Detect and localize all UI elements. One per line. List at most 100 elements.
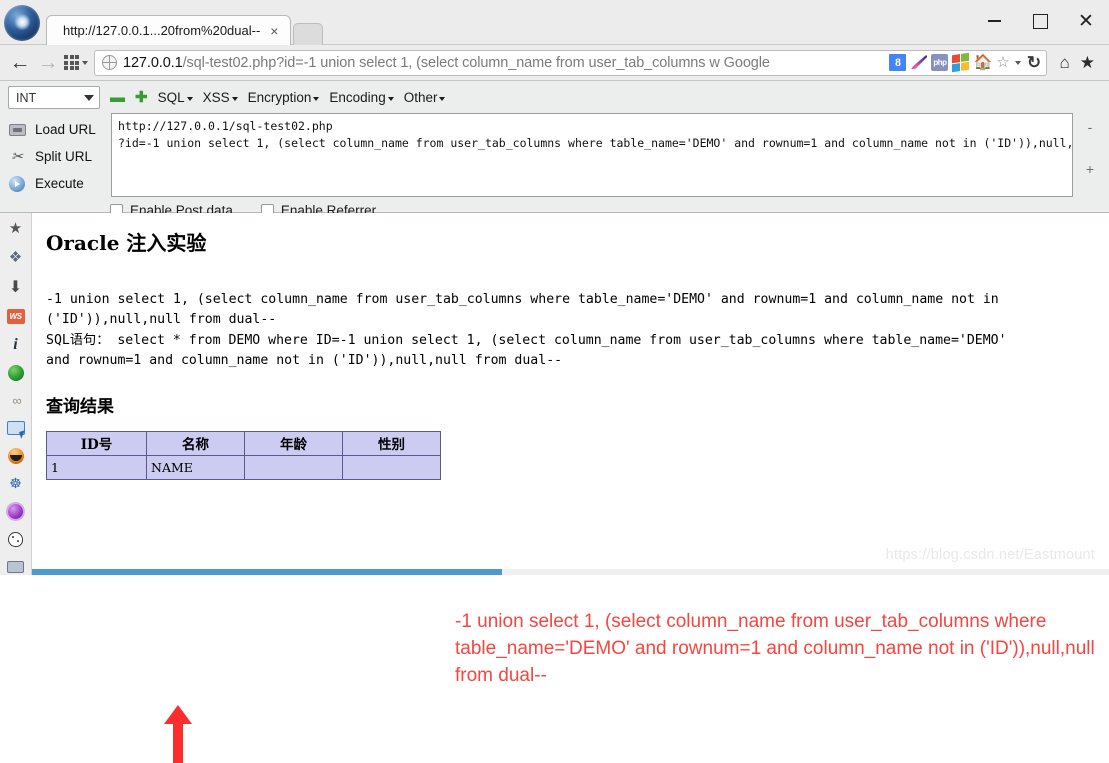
chevron-down-icon [231, 96, 238, 101]
info-icon[interactable]: i [6, 336, 26, 354]
chevron-down-icon [82, 60, 88, 65]
watermark: https://blog.csdn.net/Eastmount [885, 547, 1095, 563]
menu-sql-label: SQL [157, 90, 185, 105]
hackbar-main-row: Load URL ✂ Split URL Execute http://127.… [0, 113, 1109, 197]
star-icon[interactable]: ★ [6, 219, 26, 237]
back-arrow-icon: ← [9, 51, 31, 74]
select-element-icon[interactable] [6, 420, 26, 437]
page-title: Oracle 注入实验 [46, 231, 207, 255]
address-bar-text: 127.0.0.1/sql-test02.php?id=-1 union sel… [123, 55, 883, 71]
grid-icon [64, 55, 79, 70]
download-arrow-icon[interactable]: ⬇ [6, 277, 26, 297]
menu-encoding[interactable]: Encoding [329, 90, 394, 105]
cell-id: 1 [46, 454, 147, 480]
cell-gender [342, 454, 441, 480]
toolbar-right-icons: ⌂ ★ [1047, 53, 1103, 73]
apps-grid-button[interactable] [64, 55, 88, 70]
firefox-logo-icon [4, 5, 40, 41]
url-textarea[interactable]: http://127.0.0.1/sql-test02.php ?id=-1 u… [111, 113, 1073, 197]
tab-title: http://127.0.0.1...20from%20dual-- [63, 23, 261, 38]
grow-button[interactable]: + [1086, 161, 1094, 177]
type-select-value: INT [16, 90, 37, 105]
php-icon[interactable]: php [931, 54, 949, 71]
url-host: 127.0.0.1 [123, 54, 183, 71]
load-url-label: Load URL [35, 122, 96, 137]
new-tab-button[interactable] [293, 23, 324, 45]
horizontal-scrollbar[interactable] [32, 569, 1109, 575]
scrollbar-thumb[interactable] [32, 569, 502, 575]
maximize-button[interactable] [1017, 0, 1063, 42]
link-chain-icon[interactable]: ∞ [6, 392, 26, 409]
google-icon[interactable]: 8 [889, 54, 907, 71]
chevron-down-icon [387, 96, 394, 101]
cell-name: NAME [146, 454, 245, 480]
table-header-row: ID号 名称 年龄 性别 [46, 430, 441, 456]
split-url-icon: ✂ [11, 148, 23, 164]
decrease-button[interactable]: ▬ [110, 90, 125, 105]
bookmark-star-icon[interactable]: ★ [1080, 53, 1095, 73]
column-header-gender: 性别 [342, 430, 441, 456]
chevron-down-icon [439, 96, 446, 101]
bookmark-star-icon[interactable]: ☆ [994, 54, 1011, 71]
menu-encryption[interactable]: Encryption [248, 90, 320, 105]
virus-icon[interactable] [6, 503, 26, 520]
pen-icon[interactable] [911, 55, 928, 69]
tab-close-icon[interactable]: × [270, 24, 278, 38]
web-page: Oracle 注入实验 -1 union select 1, (select c… [32, 213, 1109, 575]
extension-sidebar: ★ ❖ ⬇ WS i ∞ ☸ [0, 213, 32, 575]
menu-other[interactable]: Other [404, 90, 446, 105]
chevron-down-icon [313, 96, 320, 101]
load-url-button[interactable]: Load URL [8, 116, 105, 143]
type-select[interactable]: INT [8, 86, 100, 109]
execute-label: Execute [35, 176, 84, 191]
browser-tab[interactable]: http://127.0.0.1...20from%20dual-- × [46, 15, 292, 45]
table-row: 1 NAME [46, 454, 441, 480]
red-arrow-annotation [164, 705, 192, 763]
chevron-down-icon [84, 94, 94, 101]
sql-echo-text: -1 union select 1, (select column_name f… [46, 292, 1007, 369]
minimize-button[interactable] [971, 0, 1017, 42]
load-url-icon [8, 121, 26, 139]
chevron-down-icon[interactable] [1015, 60, 1022, 65]
forward-button[interactable]: → [34, 49, 62, 77]
increase-button[interactable]: ✚ [135, 90, 148, 105]
forward-arrow-icon: → [37, 51, 59, 74]
home-icon[interactable]: ⌂ [1059, 53, 1069, 73]
url-path: /sql-test02.php?id=-1 union select 1, (s… [182, 54, 720, 71]
hackbar-panel: INT ▬ ✚ SQL XSS Encryption Encoding Othe… [0, 81, 1109, 218]
hackbar-actions: Load URL ✂ Split URL Execute [8, 113, 105, 197]
orange-face-icon[interactable] [6, 447, 26, 465]
navigation-toolbar: ← → 127.0.0.1/sql-test02.php?id=-1 union… [0, 45, 1109, 81]
execute-icon [8, 175, 26, 193]
reload-icon[interactable]: ↻ [1025, 54, 1042, 71]
close-button[interactable]: ✕ [1063, 0, 1109, 42]
url-search-hint: Google [723, 54, 770, 71]
green-globe-icon[interactable] [6, 364, 26, 382]
menu-sql[interactable]: SQL [158, 90, 193, 105]
split-url-button[interactable]: ✂ Split URL [8, 143, 105, 170]
seahorse-icon[interactable]: ☸ [6, 475, 26, 492]
windows-icon[interactable] [952, 52, 970, 73]
home-icon[interactable]: 🏠 [973, 54, 992, 71]
execute-button[interactable]: Execute [8, 170, 105, 197]
address-bar[interactable]: 127.0.0.1/sql-test02.php?id=-1 union sel… [94, 49, 1048, 76]
wappalyzer-icon[interactable]: WS [6, 308, 26, 325]
card-icon[interactable] [6, 558, 26, 575]
puzzle-icon[interactable]: ❖ [6, 248, 26, 266]
tab-strip: http://127.0.0.1...20from%20dual-- × [46, 9, 324, 45]
column-header-age: 年龄 [244, 430, 343, 456]
menu-xss[interactable]: XSS [203, 90, 238, 105]
menu-other-label: Other [403, 90, 438, 105]
cookie-icon[interactable] [6, 531, 26, 548]
result-heading: 查询结果 [46, 396, 114, 417]
menu-encoding-label: Encoding [329, 90, 386, 105]
hackbar-menu-row: INT ▬ ✚ SQL XSS Encryption Encoding Othe… [0, 86, 1109, 113]
hackbar-side-buttons: - + [1079, 113, 1101, 197]
back-button[interactable]: ← [6, 49, 34, 77]
menu-xss-label: XSS [202, 90, 230, 105]
shrink-button[interactable]: - [1088, 119, 1093, 135]
window-controls: ✕ [971, 0, 1109, 42]
cell-age [244, 454, 343, 480]
chevron-down-icon [186, 96, 193, 101]
column-header-name: 名称 [146, 430, 245, 456]
